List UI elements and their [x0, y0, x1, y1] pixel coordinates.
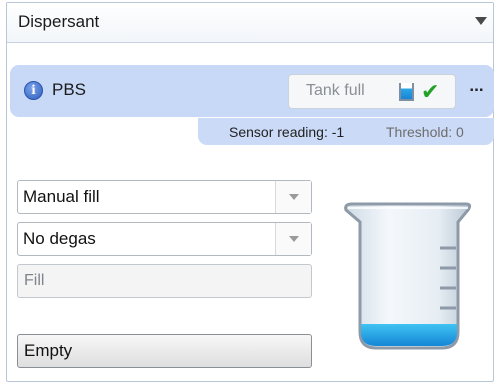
fill-mode-dropdown-button[interactable] [275, 181, 311, 213]
degas-mode-value: No degas [23, 229, 96, 248]
fill-mode-value: Manual fill [23, 187, 100, 206]
fill-mode-select[interactable]: Manual fill [17, 180, 312, 214]
panel-header[interactable]: Dispersant [7, 3, 493, 43]
chevron-down-icon [289, 194, 299, 200]
threshold-value: Threshold: 0 [386, 124, 464, 140]
tank-status-indicator: Tank full ✔ [288, 74, 456, 109]
more-options-button[interactable]: ... [461, 66, 492, 116]
fill-button[interactable]: Fill [17, 264, 312, 298]
tank-level-icon [399, 83, 414, 101]
empty-button-label: Empty [24, 341, 73, 360]
tank-status-label: Tank full [306, 82, 365, 99]
degas-mode-select[interactable]: No degas [17, 222, 312, 256]
sensor-reading: Sensor reading: -1 [229, 124, 345, 140]
dispersant-name: PBS [52, 80, 87, 99]
chevron-down-icon[interactable] [475, 17, 487, 25]
chevron-down-icon [289, 236, 299, 242]
checkmark-icon: ✔ [421, 79, 440, 104]
degas-mode-dropdown-button[interactable] [275, 223, 311, 255]
beaker-icon [344, 202, 472, 350]
empty-button[interactable]: Empty [17, 334, 312, 368]
fill-button-label: Fill [24, 272, 45, 289]
panel-title: Dispersant [18, 12, 100, 31]
info-icon[interactable]: i [24, 81, 43, 100]
